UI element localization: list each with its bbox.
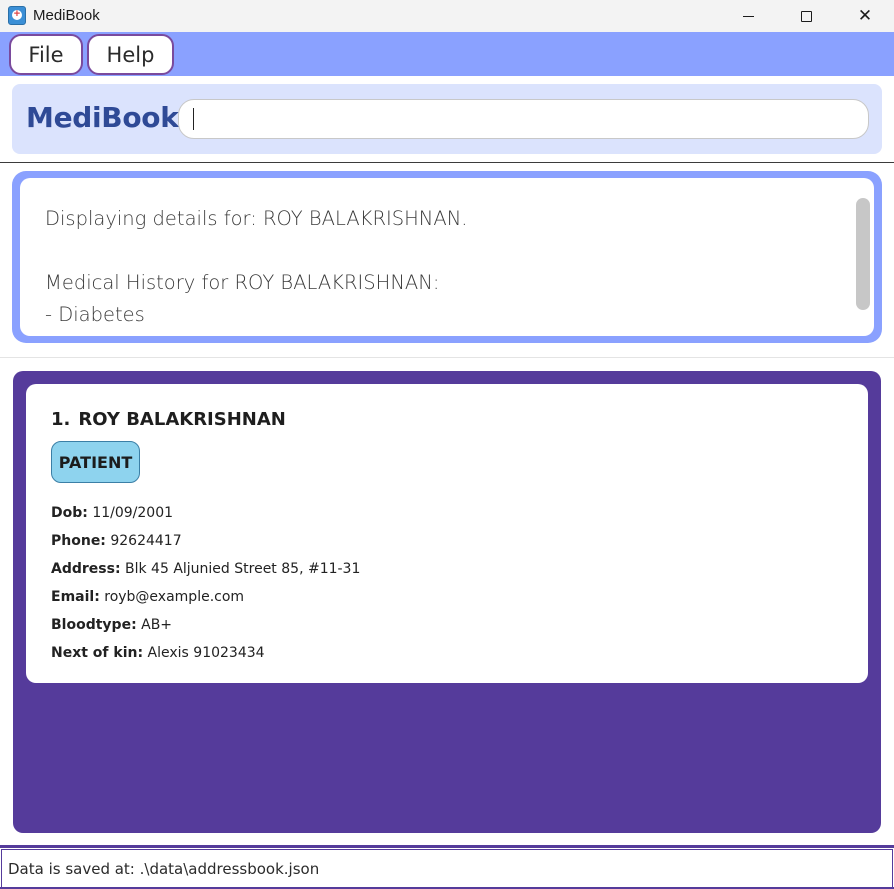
minimize-icon: [742, 15, 754, 17]
bloodtype-label: Bloodtype:: [51, 617, 137, 633]
person-name-heading: 1. ROY BALAKRISHNAN: [51, 409, 286, 430]
person-index: 1.: [51, 409, 71, 430]
email-field: Email: royb@example.com: [51, 589, 244, 605]
bloodtype-value: AB+: [141, 617, 173, 633]
dob-field: Dob: 11/09/2001: [51, 505, 173, 521]
result-line: Medical History for ROY BALAKRISHNAN:: [45, 271, 440, 294]
maximize-button[interactable]: [777, 0, 835, 32]
minimize-button[interactable]: [719, 0, 777, 32]
divider: [0, 162, 894, 163]
result-display-panel: Displaying details for: ROY BALAKRISHNAN…: [12, 171, 882, 343]
result-line: - Diabetes: [45, 303, 145, 326]
window-title: MediBook: [33, 7, 100, 24]
next-of-kin-label: Next of kin:: [51, 645, 144, 661]
next-of-kin-value: Alexis 91023434: [147, 645, 265, 661]
help-menu-button[interactable]: Help: [87, 34, 174, 75]
medibook-app-icon: [8, 6, 26, 25]
app-brand-title: MediBook: [26, 101, 179, 134]
status-bar: Data is saved at: .\data\addressbook.jso…: [1, 849, 893, 888]
command-panel: MediBook: [12, 84, 882, 154]
dob-value: 11/09/2001: [92, 505, 174, 521]
address-label: Address:: [51, 561, 121, 577]
address-field: Address: Blk 45 Aljunied Street 85, #11-…: [51, 561, 360, 577]
title-bar: MediBook ✕: [0, 0, 894, 32]
phone-field: Phone: 92624417: [51, 533, 182, 549]
save-location-text: Data is saved at: .\data\addressbook.jso…: [8, 860, 320, 878]
result-line: [45, 235, 874, 267]
dob-label: Dob:: [51, 505, 88, 521]
phone-value: 92624417: [110, 533, 182, 549]
status-divider: [0, 845, 894, 848]
menu-bar: File Help: [0, 32, 894, 76]
person-card[interactable]: 1. ROY BALAKRISHNAN PATIENT Dob: 11/09/20…: [26, 384, 868, 683]
email-value: royb@example.com: [104, 589, 245, 605]
maximize-icon: [800, 10, 812, 22]
person-name: ROY BALAKRISHNAN: [78, 409, 286, 430]
phone-label: Phone:: [51, 533, 106, 549]
result-line: Displaying details for: ROY BALAKRISHNAN…: [45, 207, 468, 230]
close-button[interactable]: ✕: [836, 0, 894, 32]
result-display[interactable]: Displaying details for: ROY BALAKRISHNAN…: [20, 178, 874, 336]
patient-tag-badge: PATIENT: [51, 441, 140, 483]
close-icon: ✕: [857, 6, 873, 25]
bloodtype-field: Bloodtype: AB+: [51, 617, 172, 633]
email-label: Email:: [51, 589, 100, 605]
address-value: Blk 45 Aljunied Street 85, #11-31: [125, 561, 361, 577]
person-list-panel: 1. ROY BALAKRISHNAN PATIENT Dob: 11/09/20…: [13, 371, 881, 833]
command-input[interactable]: [178, 99, 869, 139]
text-caret: [193, 108, 194, 130]
result-scrollbar-thumb[interactable]: [856, 198, 870, 310]
file-menu-button[interactable]: File: [9, 34, 83, 75]
next-of-kin-field: Next of kin: Alexis 91023434: [51, 645, 265, 661]
divider: [0, 357, 894, 358]
